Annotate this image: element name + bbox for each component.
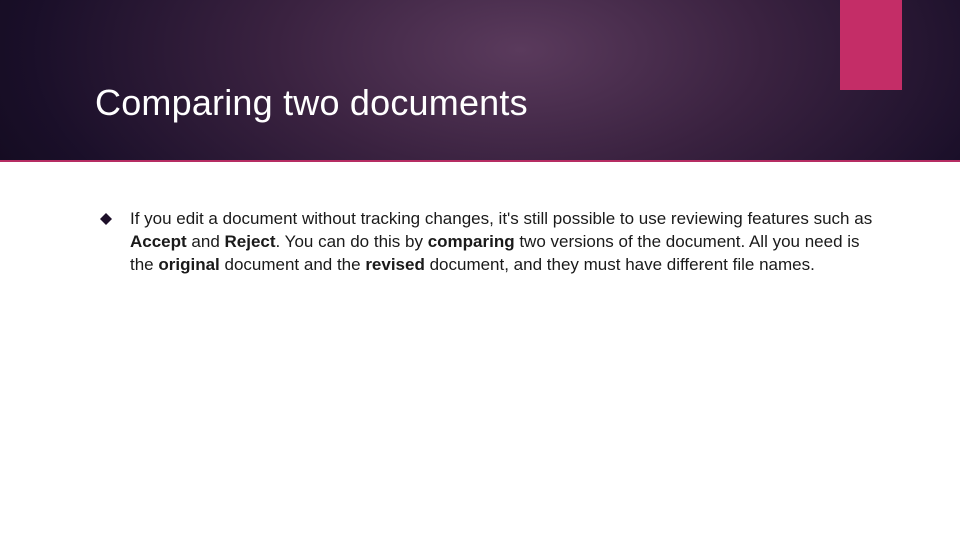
slide-title: Comparing two documents xyxy=(95,82,528,124)
diamond-bullet-icon xyxy=(100,212,112,224)
accent-tab xyxy=(840,0,902,90)
text-bold: original xyxy=(158,255,219,274)
text-part: . You can do this by xyxy=(276,232,428,251)
text-part: document, and they must have different f… xyxy=(425,255,815,274)
text-bold: Accept xyxy=(130,232,187,251)
text-part: and xyxy=(187,232,225,251)
body-area: If you edit a document without tracking … xyxy=(100,208,880,277)
header-band: Comparing two documents xyxy=(0,0,960,162)
text-bold: Reject xyxy=(225,232,276,251)
text-part: If you edit a document without tracking … xyxy=(130,209,872,228)
text-bold: comparing xyxy=(428,232,515,251)
bullet-text: If you edit a document without tracking … xyxy=(130,208,880,277)
text-part: document and the xyxy=(220,255,366,274)
text-bold: revised xyxy=(365,255,425,274)
bullet-item: If you edit a document without tracking … xyxy=(100,208,880,277)
